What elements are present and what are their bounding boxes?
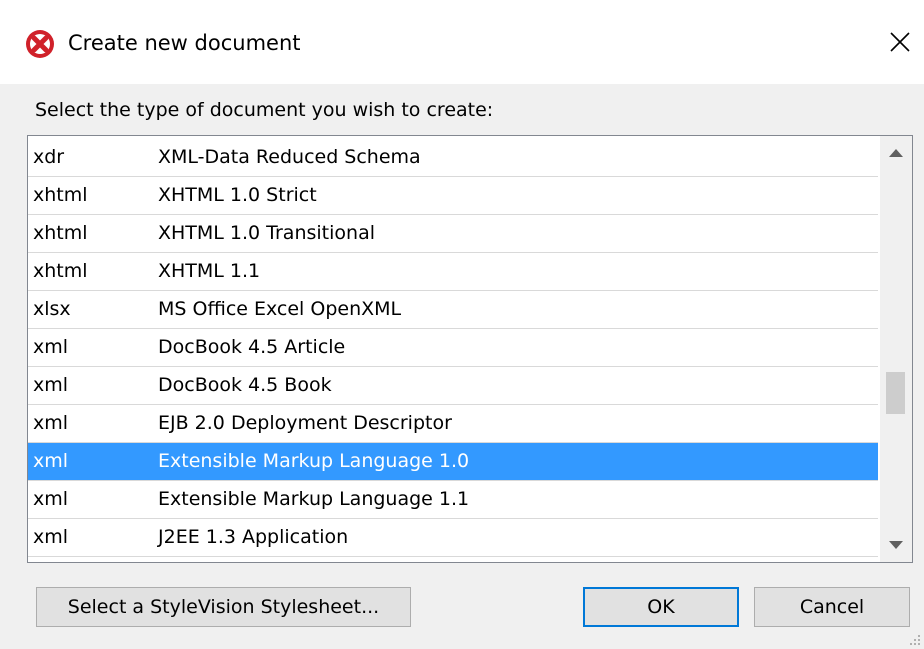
close-button[interactable] xyxy=(880,22,920,62)
list-item[interactable]: xhtml XHTML 1.0 Transitional xyxy=(28,215,878,253)
list-item[interactable]: xhtml XHTML 1.0 Strict xyxy=(28,177,878,215)
scroll-up-arrow-icon xyxy=(889,149,903,157)
list-item[interactable]: xml Extensible Markup Language 1.1 xyxy=(28,481,878,519)
list-rows: xdr XML-Data Reduced Schema xhtml XHTML 1.0… xyxy=(28,139,878,557)
list-item[interactable]: xml DocBook 4.5 Book xyxy=(28,367,878,405)
create-new-document-dialog: Create new document Select the type of d… xyxy=(0,0,924,649)
scroll-thumb[interactable] xyxy=(886,372,905,414)
list-item[interactable]: xml DocBook 4.5 Article xyxy=(28,329,878,367)
scroll-down-arrow-icon xyxy=(889,541,903,549)
file-extension: xml xyxy=(33,374,69,396)
vertical-scrollbar[interactable] xyxy=(880,136,912,562)
list-item[interactable]: xlsx MS Office Excel OpenXML xyxy=(28,291,878,329)
cancel-button[interactable]: Cancel xyxy=(754,587,910,627)
file-extension: xhtml xyxy=(33,260,88,282)
document-type-description: DocBook 4.5 Article xyxy=(158,336,346,358)
list-item[interactable]: xhtml XHTML 1.1 xyxy=(28,253,878,291)
list-item[interactable]: xdr XML-Data Reduced Schema xyxy=(28,139,878,177)
window-title: Create new document xyxy=(68,31,301,55)
file-extension: xml xyxy=(33,450,69,472)
document-type-description: XML-Data Reduced Schema xyxy=(158,146,421,168)
title-bar: Create new document xyxy=(0,0,924,84)
list-item[interactable]: xml EJB 2.0 Deployment Descriptor xyxy=(28,405,878,443)
prompt-label: Select the type of document you wish to … xyxy=(35,99,494,121)
list-item[interactable]: xml Extensible Markup Language 1.0 xyxy=(28,443,878,481)
file-extension: xml xyxy=(33,412,69,434)
file-extension: xhtml xyxy=(33,222,88,244)
document-type-description: XHTML 1.0 Strict xyxy=(158,184,317,206)
document-type-description: DocBook 4.5 Book xyxy=(158,374,332,396)
document-type-description: Extensible Markup Language 1.1 xyxy=(158,488,470,510)
scroll-up-button[interactable] xyxy=(880,136,912,170)
file-extension: xml xyxy=(33,526,69,548)
document-type-description: Extensible Markup Language 1.0 xyxy=(158,450,470,472)
file-extension: xdr xyxy=(33,146,65,168)
list-item[interactable]: xml J2EE 1.3 Application xyxy=(28,519,878,557)
file-extension: xml xyxy=(33,488,69,510)
scroll-down-button[interactable] xyxy=(880,528,912,562)
document-type-description: EJB 2.0 Deployment Descriptor xyxy=(158,412,452,434)
document-type-description: XHTML 1.1 xyxy=(158,260,261,282)
altova-icon xyxy=(26,30,54,58)
document-type-description: J2EE 1.3 Application xyxy=(158,526,349,548)
document-type-description: XHTML 1.0 Transitional xyxy=(158,222,375,244)
file-extension: xml xyxy=(33,336,69,358)
resize-grip-icon[interactable] xyxy=(909,634,921,646)
ok-button[interactable]: OK xyxy=(583,587,739,627)
select-stylesheet-button[interactable]: Select a StyleVision Stylesheet... xyxy=(36,587,411,627)
document-type-list[interactable]: xdr XML-Data Reduced Schema xhtml XHTML 1.0… xyxy=(27,135,913,563)
document-type-description: MS Office Excel OpenXML xyxy=(158,298,402,320)
file-extension: xhtml xyxy=(33,184,88,206)
file-extension: xlsx xyxy=(33,298,71,320)
close-icon xyxy=(890,32,910,52)
